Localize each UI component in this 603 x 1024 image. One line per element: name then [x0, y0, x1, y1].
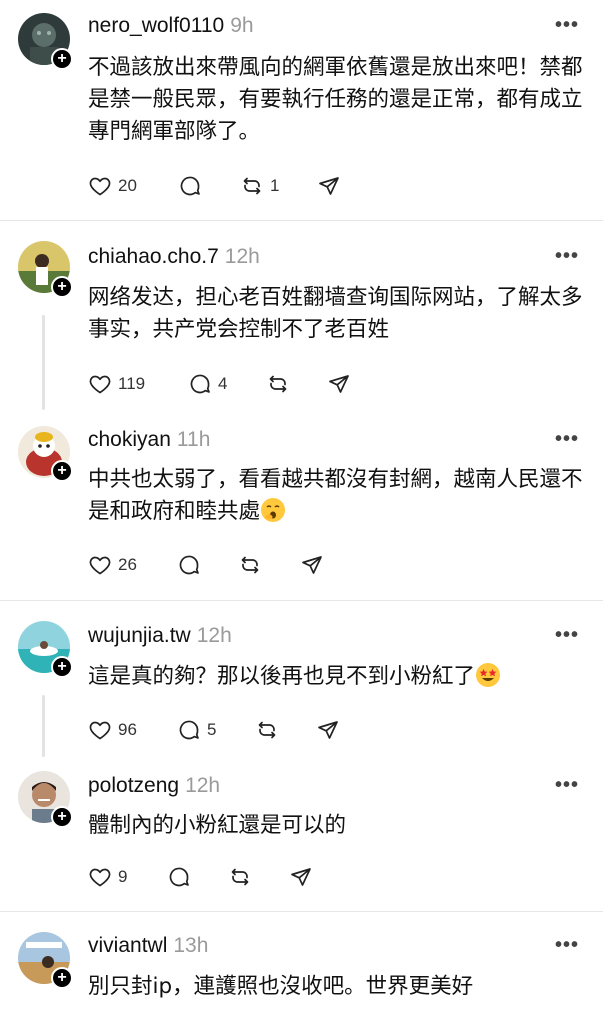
comment-bubble-icon [179, 720, 199, 740]
reply-button[interactable] [177, 550, 207, 580]
repost-icon [231, 868, 249, 886]
timestamp: 12h [185, 774, 221, 797]
timestamp: 11h [176, 428, 211, 451]
username[interactable]: nero_wolf0110 [88, 14, 224, 37]
repost-button[interactable] [255, 715, 285, 745]
username[interactable]: viviantwl [88, 934, 167, 957]
more-options-icon[interactable]: ••• [555, 774, 579, 797]
send-icon [291, 868, 311, 886]
like-count: 26 [118, 555, 137, 574]
post-text: 不過該放出來帶風向的網軍依舊還是放出來吧！禁都是禁一般民眾，有要執行任務的還是正… [88, 55, 583, 144]
like-count: 20 [118, 176, 137, 195]
post: + chokiyan 11h ••• 中共也太弱了，看看越共都沒有封網，越南人民還… [0, 411, 603, 600]
username-line: nero_wolf0110 9h [88, 14, 254, 38]
username-line: viviantwl 13h [88, 934, 208, 958]
post: + wujunjia.tw 12h ••• 這是真的夠？那以後再也見不到小粉紅了 … [0, 601, 603, 757]
more-options-icon[interactable]: ••• [555, 428, 579, 451]
send-icon [329, 375, 349, 393]
repost-icon [258, 721, 276, 739]
more-options-icon[interactable]: ••• [555, 245, 579, 268]
like-button[interactable]: 96 [88, 715, 137, 745]
star-struck-emoji-icon [476, 663, 501, 687]
like-button[interactable]: 20 [88, 171, 137, 201]
follow-plus-icon[interactable]: + [51, 276, 73, 298]
comment-bubble-icon [190, 374, 210, 394]
reply-count: 4 [218, 374, 228, 393]
post-text: 體制內的小粉紅還是可以的 [88, 813, 347, 838]
more-options-icon[interactable]: ••• [555, 934, 579, 957]
comment-bubble-icon [169, 867, 189, 887]
username[interactable]: polotzeng [88, 774, 179, 797]
repost-icon [243, 177, 261, 195]
like-count: 119 [118, 374, 146, 393]
share-button[interactable] [300, 550, 324, 580]
follow-plus-icon[interactable]: + [51, 48, 73, 70]
repost-button[interactable] [228, 862, 258, 892]
yawning-face-emoji-icon [261, 498, 286, 522]
post-text: 別只封ip，連護照也沒收吧。世界更美好 [88, 974, 474, 999]
thread-line [42, 315, 45, 410]
post-text: 中共也太弱了，看看越共都沒有封網，越南人民還不是和政府和睦共處 [88, 464, 593, 528]
heart-icon [89, 375, 111, 394]
username-line: chokiyan 11h [88, 428, 210, 452]
timestamp: 12h [196, 624, 232, 647]
like-button[interactable]: 26 [88, 550, 137, 580]
heart-icon [89, 721, 111, 740]
username[interactable]: chiahao.cho.7 [88, 245, 219, 268]
send-icon [318, 721, 338, 739]
more-options-icon[interactable]: ••• [555, 624, 579, 647]
like-button[interactable]: 9 [88, 862, 127, 892]
heart-icon [89, 868, 111, 887]
like-button[interactable]: 119 [88, 369, 145, 399]
like-count: 96 [118, 720, 137, 739]
repost-icon [241, 556, 259, 574]
heart-icon [89, 556, 111, 575]
more-options-icon[interactable]: ••• [555, 14, 579, 37]
reply-button[interactable] [167, 862, 197, 892]
post-text: 网络发达，担心老百姓翻墙查询国际网站，了解太多事实，共产党会控制不了老百姓 [88, 285, 583, 342]
post: + chiahao.cho.7 12h ••• 网络发达，担心老百姓翻墙查询国际网… [0, 221, 603, 411]
timestamp: 13h [173, 934, 209, 957]
share-button[interactable] [327, 369, 351, 399]
post: + polotzeng 12h ••• 體制內的小粉紅還是可以的 9 [0, 757, 603, 911]
follow-plus-icon[interactable]: + [51, 460, 73, 482]
username-line: wujunjia.tw 12h [88, 624, 232, 648]
reply-button[interactable]: 5 [177, 715, 216, 745]
share-button[interactable] [316, 715, 340, 745]
reply-button[interactable]: 4 [188, 369, 227, 399]
post-text-body: 中共也太弱了，看看越共都沒有封網，越南人民還不是和政府和睦共處 [88, 467, 583, 524]
post: + viviantwl 13h ••• 別只封ip，連護照也沒收吧。世界更美好 [0, 912, 603, 1024]
post-text: 這是真的夠？那以後再也見不到小粉紅了 [88, 661, 593, 693]
heart-icon [89, 177, 111, 196]
reply-button[interactable] [178, 171, 208, 201]
repost-button[interactable] [266, 369, 296, 399]
reply-count: 5 [207, 720, 217, 739]
repost-button[interactable] [238, 550, 268, 580]
username[interactable]: wujunjia.tw [88, 624, 191, 647]
thread-line [42, 695, 45, 757]
follow-plus-icon[interactable]: + [51, 806, 73, 828]
post-text-body: 這是真的夠？那以後再也見不到小粉紅了 [88, 664, 476, 689]
follow-plus-icon[interactable]: + [51, 967, 73, 989]
username-line: chiahao.cho.7 12h [88, 245, 260, 269]
timestamp: 12h [224, 245, 260, 268]
follow-plus-icon[interactable]: + [51, 656, 73, 678]
username-line: polotzeng 12h [88, 774, 220, 798]
timestamp: 9h [230, 14, 254, 37]
repost-count: 1 [270, 176, 280, 195]
replies-feed: + nero_wolf0110 9h ••• 不過該放出來帶風向的網軍依舊還是放出… [0, 0, 603, 1024]
comment-bubble-icon [179, 555, 199, 575]
repost-button[interactable]: 1 [240, 171, 279, 201]
like-count: 9 [118, 867, 128, 886]
post: + nero_wolf0110 9h ••• 不過該放出來帶風向的網軍依舊還是放出… [0, 0, 603, 220]
share-button[interactable] [289, 862, 313, 892]
username[interactable]: chokiyan [88, 428, 171, 451]
send-icon [319, 177, 339, 195]
share-button[interactable] [317, 171, 341, 201]
send-icon [302, 556, 322, 574]
comment-bubble-icon [180, 176, 200, 196]
repost-icon [269, 375, 287, 393]
